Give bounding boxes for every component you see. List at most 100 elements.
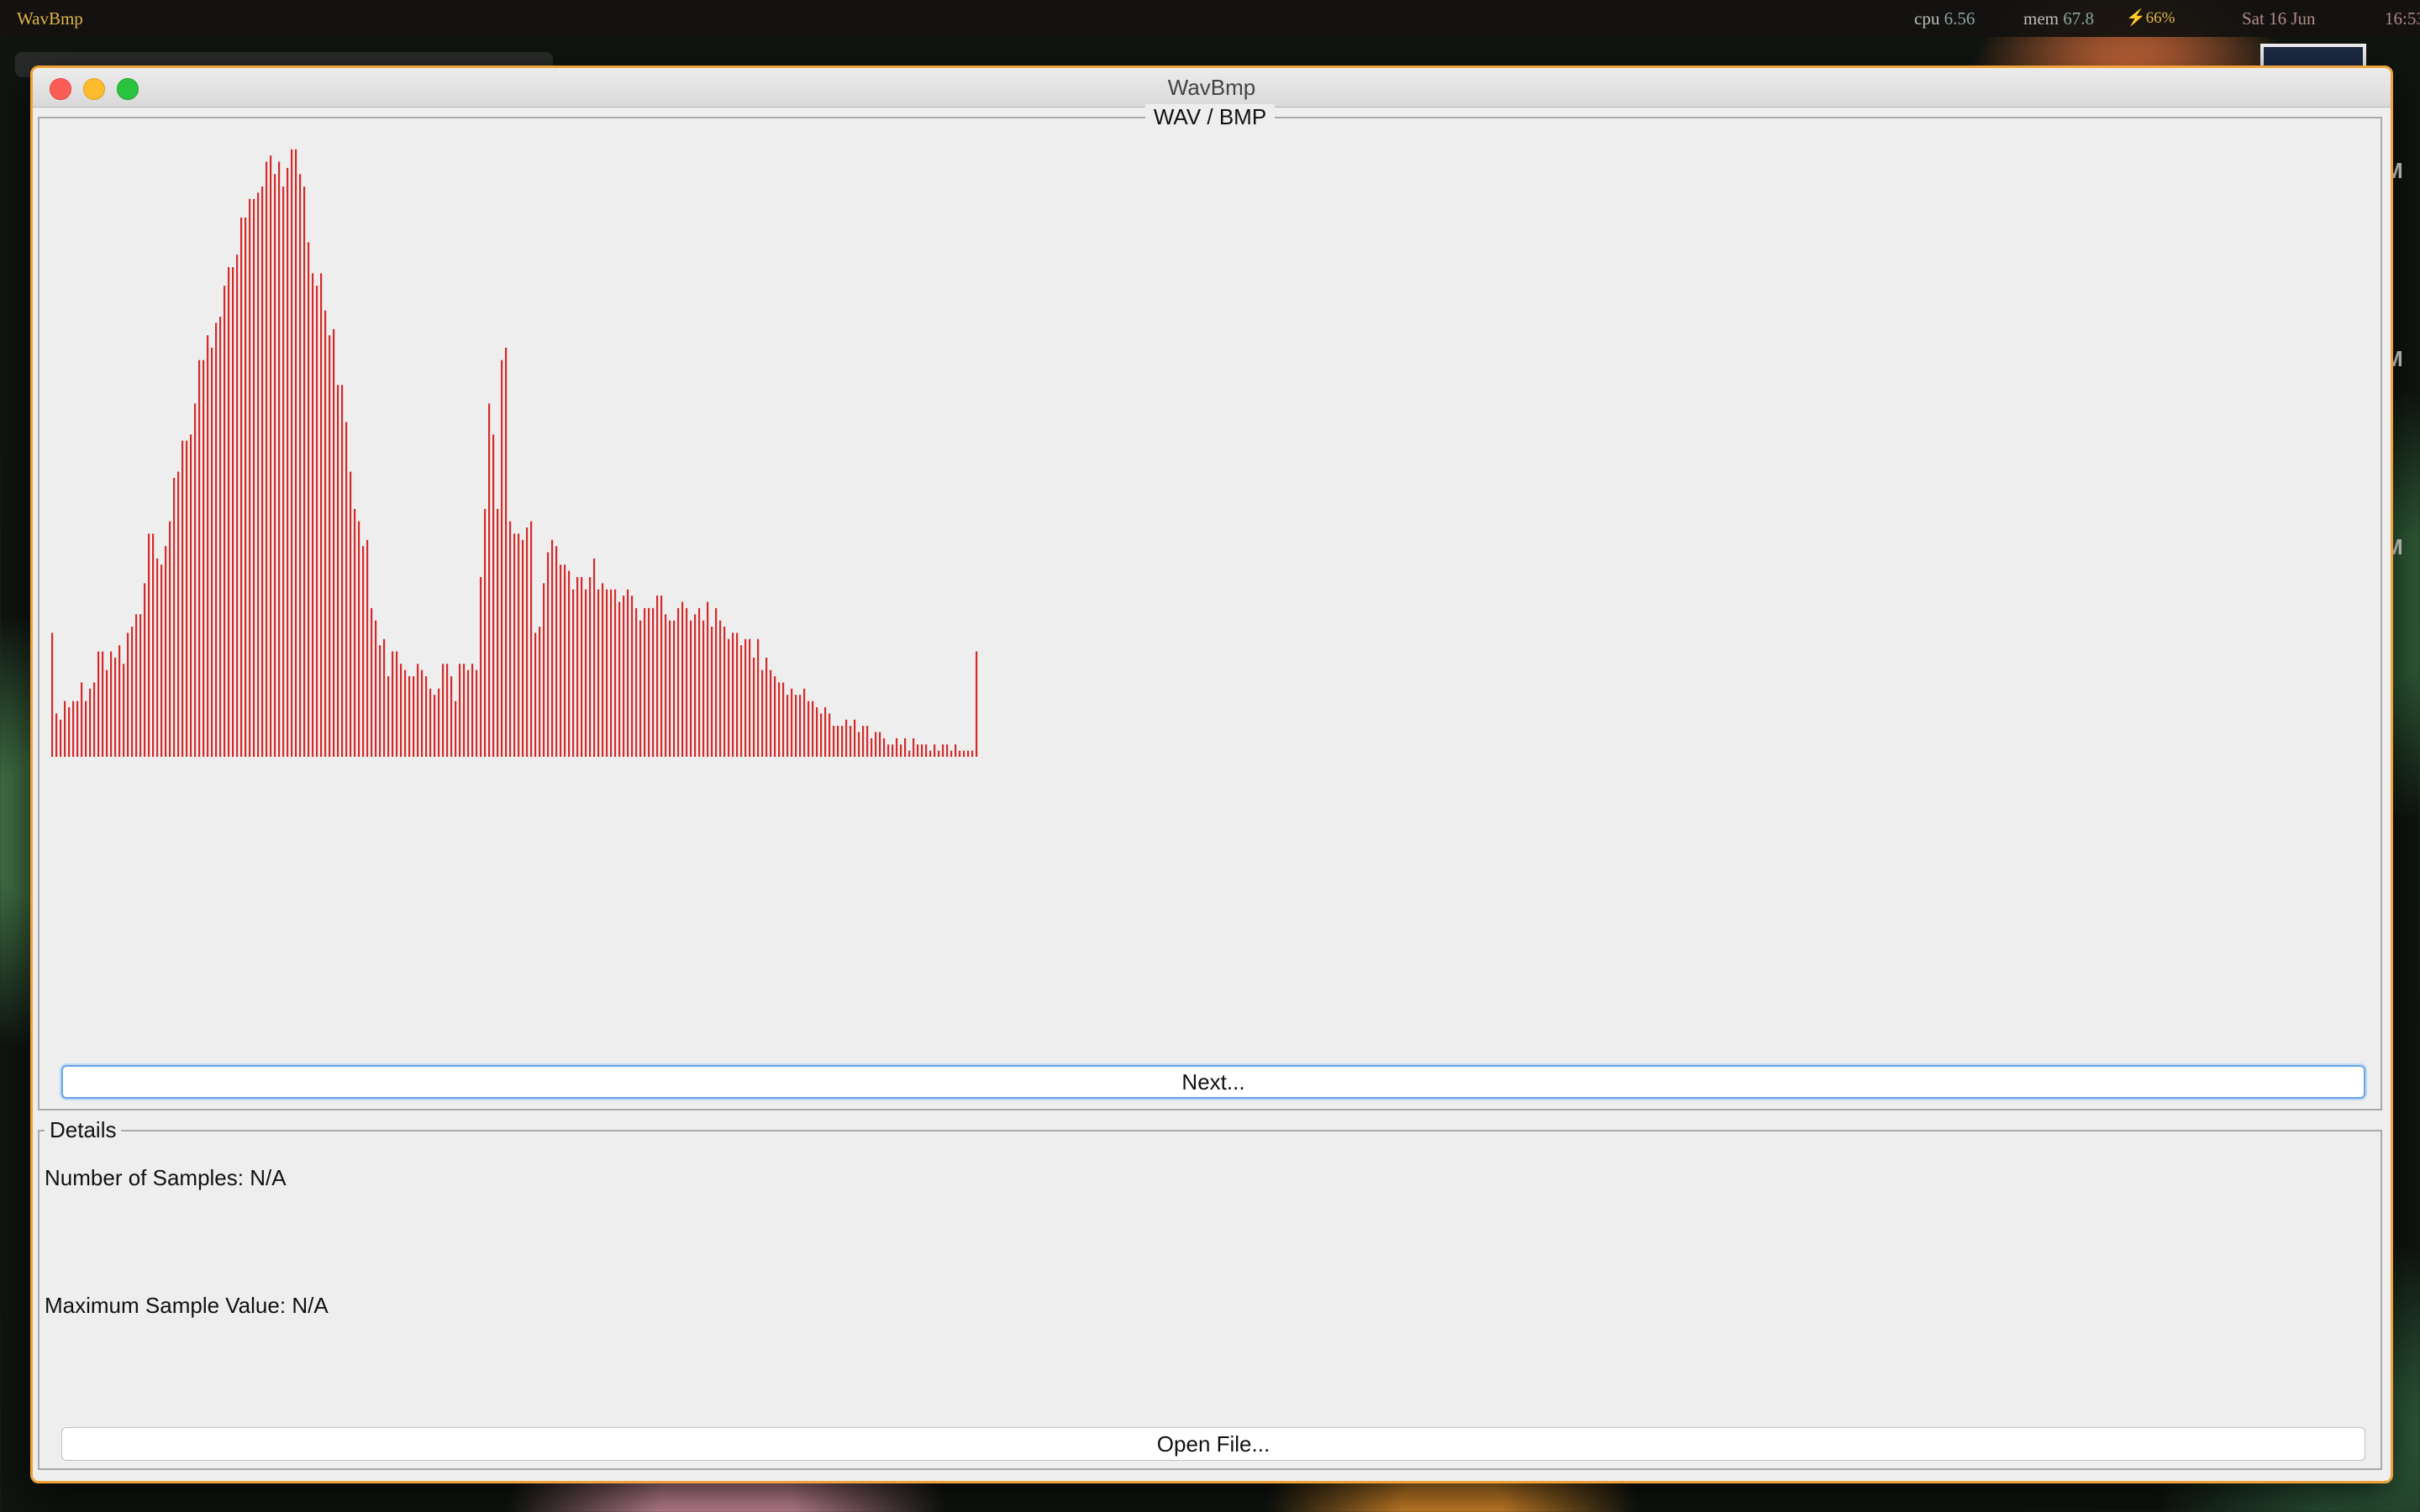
histogram-bar <box>694 614 697 757</box>
histogram-bar <box>442 664 445 757</box>
histogram-bar <box>287 167 289 757</box>
histogram-bar <box>690 620 692 757</box>
histogram-bar <box>534 633 537 757</box>
histogram-bar <box>51 633 54 757</box>
histogram-bar <box>576 576 579 757</box>
histogram-bar <box>942 744 944 757</box>
histogram-bar <box>555 546 558 757</box>
histogram-bar <box>858 732 860 757</box>
max-sample-value-row: Maximum Sample Value: N/A <box>45 1293 329 1319</box>
histogram-bar <box>501 360 503 757</box>
histogram-bar <box>770 669 772 757</box>
histogram-bar <box>278 161 281 757</box>
histogram-bar <box>883 738 886 757</box>
histogram-bar <box>329 335 331 757</box>
number-of-samples-label: Number of Samples: <box>45 1165 244 1190</box>
histogram-bar <box>358 521 360 757</box>
histogram-bar <box>249 198 251 757</box>
histogram-bar <box>644 607 646 757</box>
histogram-bar <box>114 657 117 757</box>
histogram-bar <box>702 620 705 757</box>
histogram-bar <box>312 273 314 757</box>
histogram-bar <box>967 750 970 757</box>
histogram-bar <box>711 627 713 757</box>
histogram-bar <box>488 403 491 757</box>
histogram-bar <box>564 564 566 757</box>
histogram-bar <box>93 682 96 757</box>
histogram-bar <box>732 633 734 757</box>
histogram-bar <box>156 558 159 757</box>
histogram-bar <box>791 688 793 757</box>
histogram-bar <box>740 645 743 757</box>
histogram-bar <box>450 676 453 757</box>
histogram-bar <box>887 744 890 757</box>
histogram-bar <box>131 627 134 757</box>
histogram-bar <box>505 347 508 757</box>
histogram-bar <box>198 360 201 757</box>
number-of-samples-row: Number of Samples: N/A <box>45 1165 287 1191</box>
histogram-bar <box>950 750 953 757</box>
histogram-bar <box>194 403 197 757</box>
histogram-bar <box>723 627 726 757</box>
histogram-bar <box>366 539 369 757</box>
histogram-bar <box>829 713 831 757</box>
histogram-bar <box>387 676 390 757</box>
histogram-bar <box>299 174 302 757</box>
histogram-bar <box>669 620 671 757</box>
mem-indicator: mem 67.8 <box>2023 8 2094 29</box>
histogram-bar <box>169 521 171 757</box>
histogram-bar <box>421 669 424 757</box>
histogram-bar <box>375 620 377 757</box>
title-bar[interactable]: WavBmp <box>33 68 2391 108</box>
next-button[interactable]: Next... <box>61 1065 2365 1099</box>
histogram-bar <box>757 638 760 757</box>
wav-bmp-panel: WAV / BMP Next... <box>38 104 2382 1110</box>
histogram-bar <box>492 434 495 757</box>
histogram-bar <box>925 744 928 757</box>
histogram-bar <box>438 688 440 757</box>
histogram-bar <box>379 645 381 757</box>
histogram-bar <box>211 347 213 757</box>
histogram-bar <box>875 732 877 757</box>
menubar-app-name[interactable]: WavBmp <box>17 0 83 37</box>
histogram-bar <box>291 149 293 757</box>
number-of-samples-value: N/A <box>250 1165 287 1190</box>
open-file-button[interactable]: Open File... <box>61 1427 2365 1461</box>
histogram-bar <box>698 607 701 757</box>
histogram-bar <box>799 695 802 757</box>
histogram-bar <box>871 738 873 757</box>
histogram-bar <box>774 676 776 757</box>
histogram-bar <box>803 688 806 757</box>
histogram-bar <box>913 738 915 757</box>
histogram-bar <box>850 726 852 757</box>
histogram-bar <box>350 471 352 757</box>
histogram-bar <box>963 750 965 757</box>
histogram-bar <box>602 583 604 757</box>
histogram-bar <box>896 738 898 757</box>
histogram-bar <box>753 657 755 757</box>
histogram-bar <box>135 614 138 757</box>
histogram-bar <box>900 744 902 757</box>
histogram-bar <box>934 744 936 757</box>
wav-bmp-panel-title: WAV / BMP <box>39 104 2381 129</box>
histogram-bar <box>429 688 432 757</box>
histogram-bar <box>337 385 339 757</box>
histogram-bar <box>467 669 470 757</box>
histogram-bar <box>182 440 184 757</box>
histogram-bar <box>282 186 285 757</box>
histogram-bar <box>463 664 466 757</box>
histogram-bar <box>425 676 428 757</box>
histogram-bar <box>665 614 667 757</box>
histogram-bar <box>392 651 394 757</box>
histogram-bar <box>152 533 155 757</box>
menubar-clock: 16:53 <box>2385 8 2420 29</box>
histogram-bar <box>627 589 629 757</box>
histogram-bar <box>396 651 398 757</box>
histogram-bar <box>618 601 621 757</box>
histogram-bar <box>614 589 617 757</box>
histogram-bar <box>522 539 524 757</box>
histogram-bar <box>228 266 230 757</box>
histogram-bar <box>173 477 176 757</box>
histogram-bar <box>383 638 386 757</box>
histogram-bar <box>761 669 764 757</box>
